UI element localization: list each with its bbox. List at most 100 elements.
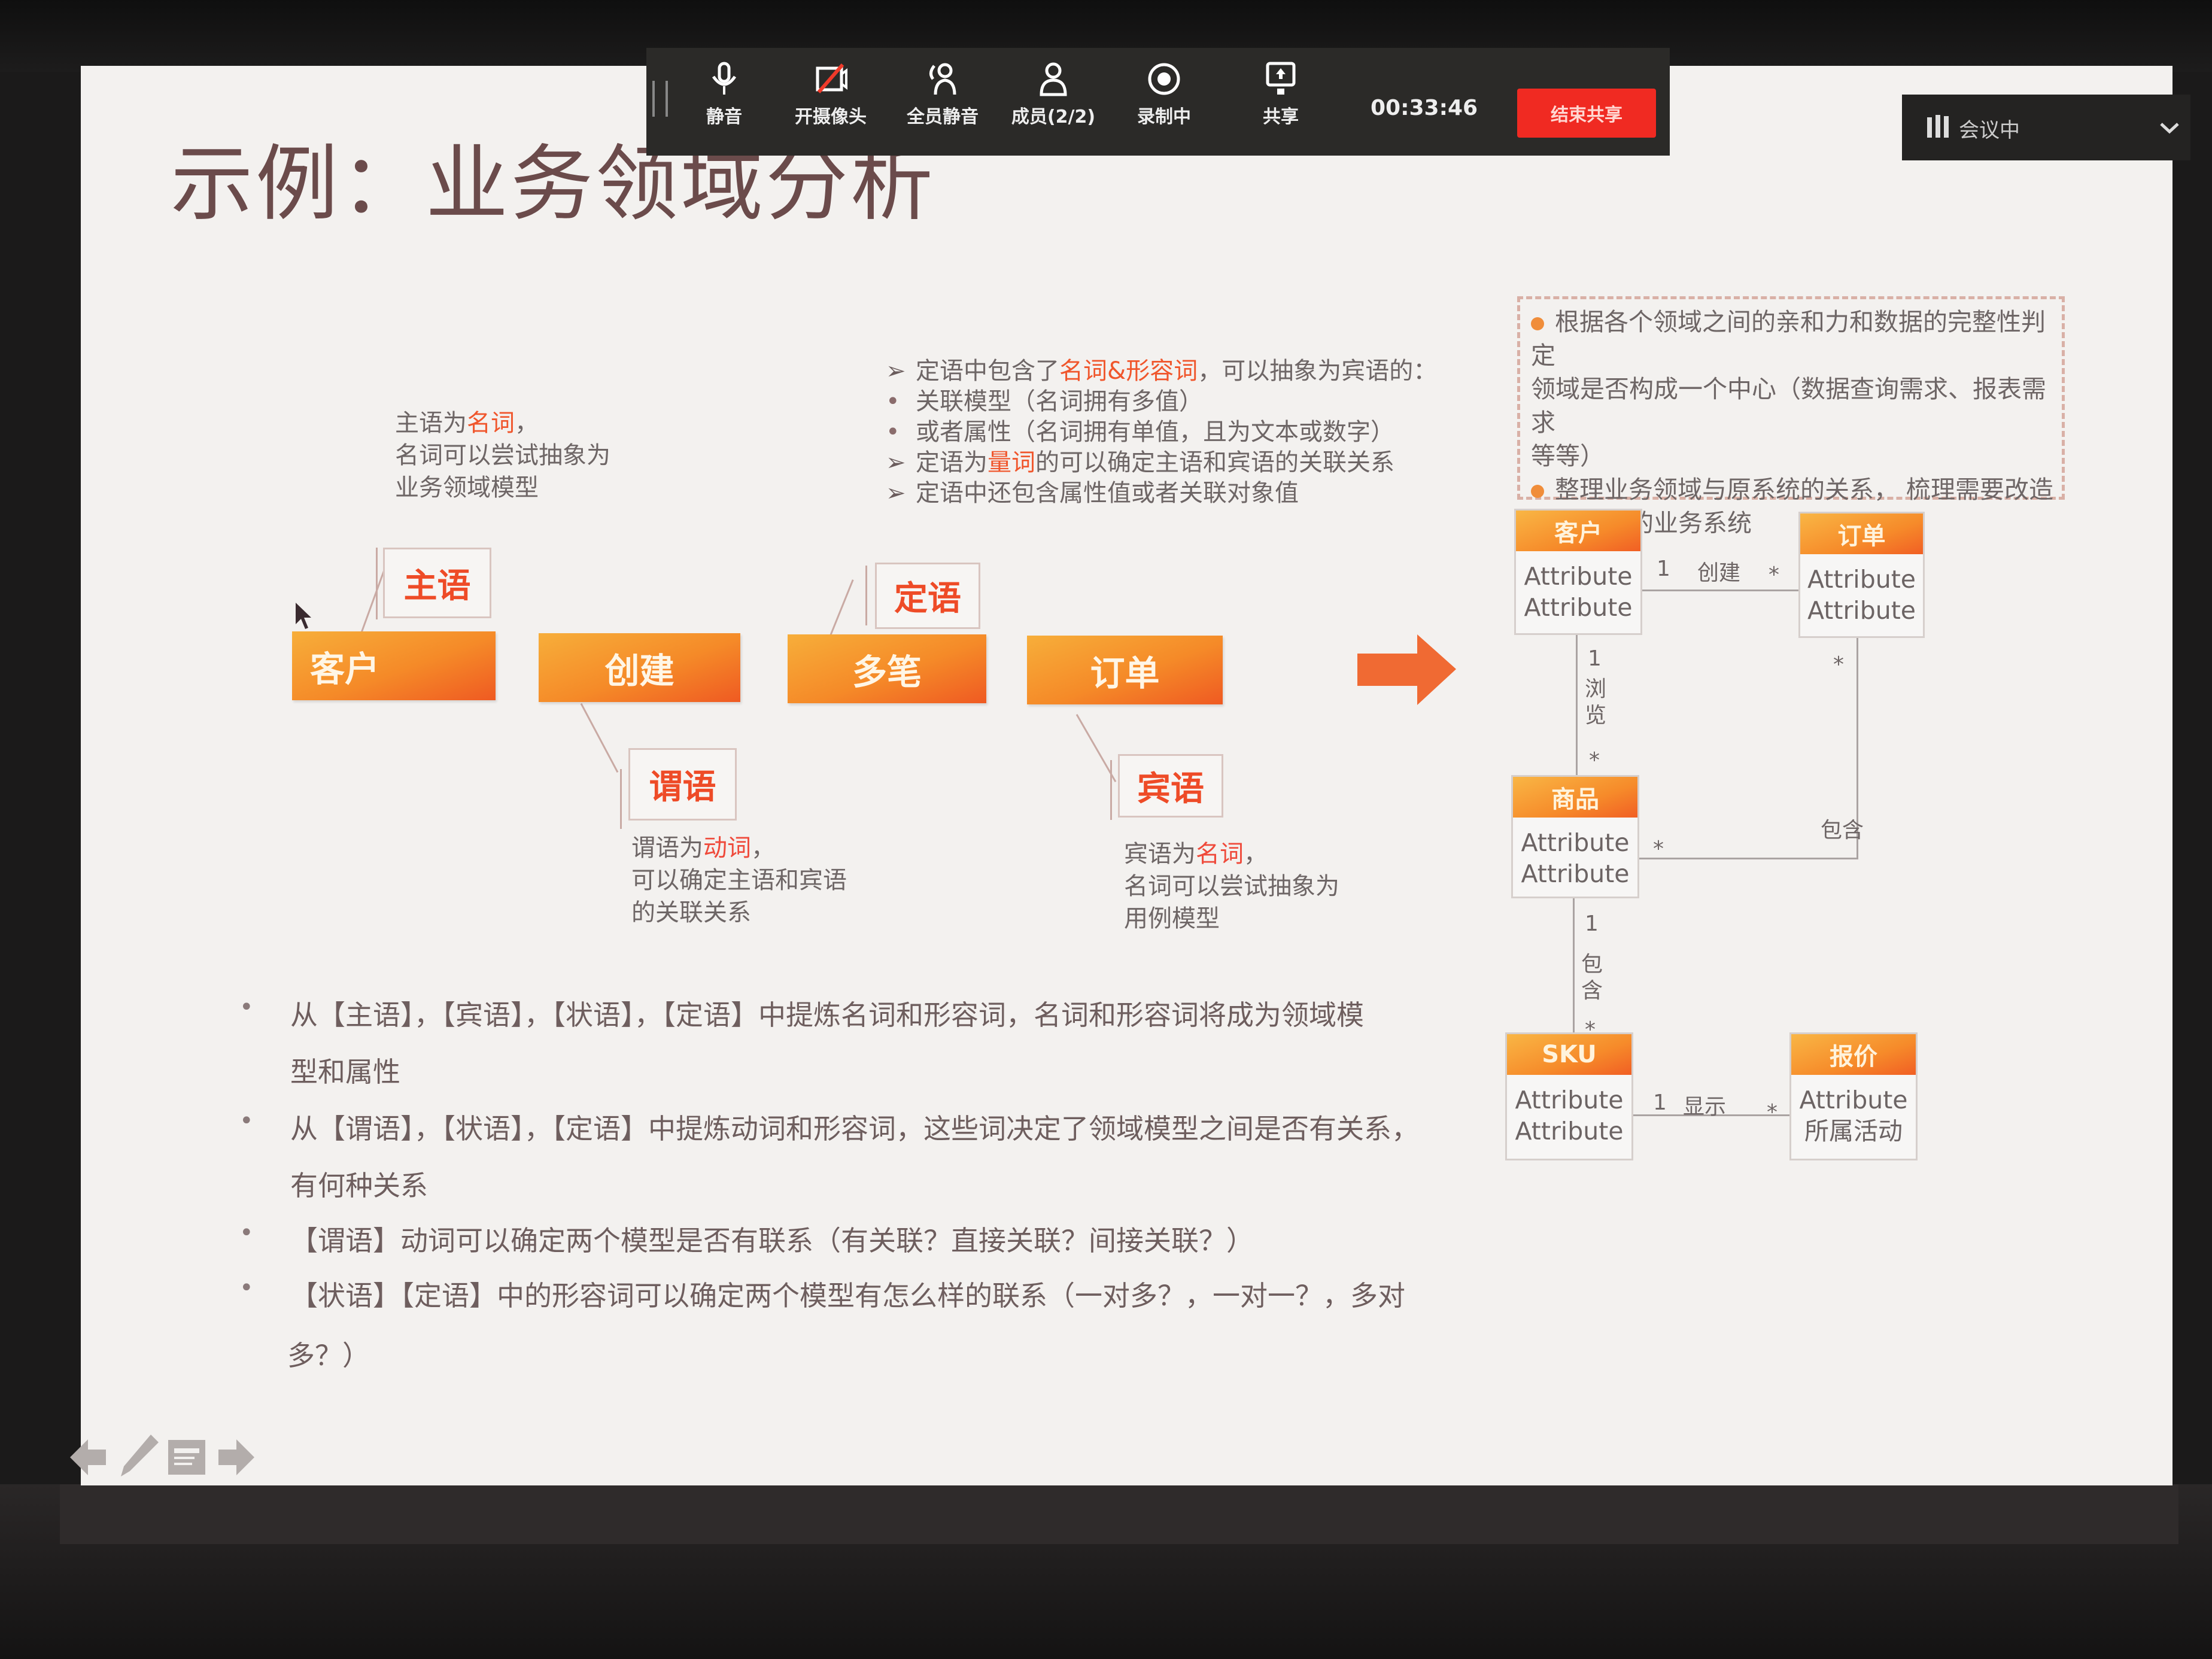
microphone-icon xyxy=(712,62,737,95)
info-text: 领域是否构成一个中心（数据查询需求、报表需求 xyxy=(1531,375,2046,437)
relation-label: 显示 xyxy=(1683,1095,1727,1119)
predicate-note: 谓语为动词， 可以确定主语和宾语 的关联关系 xyxy=(631,832,847,929)
mute-button[interactable]: 静音 xyxy=(679,61,769,128)
meeting-status-bar[interactable]: 会议中 xyxy=(1902,95,2190,160)
share-button[interactable]: 共享 xyxy=(1236,61,1326,128)
toolbar-label: 全员静音 xyxy=(907,107,979,127)
uml-attribute: Attribute xyxy=(1521,828,1630,857)
note-text: 主语为 xyxy=(395,409,467,437)
multiplicity-label: 1 xyxy=(1585,911,1599,936)
recording-icon xyxy=(1148,63,1180,95)
attribute-note-line: ➢ 定语为量词的可以确定主语和宾语的关联关系 xyxy=(886,448,1437,478)
word-box-customer: 客户 xyxy=(292,631,496,700)
word-box-multiple: 多笔 xyxy=(788,634,986,703)
bullet-text: 从【谓语】，【状语】，【定语】中提炼动词和形容词，这些词决定了领域模型之间是否有… xyxy=(290,1113,1419,1145)
multiplicity-label: * xyxy=(1589,748,1600,773)
uml-attribute: 所属活动 xyxy=(1804,1117,1903,1146)
toolbar-label: 开摄像头 xyxy=(795,107,867,127)
slide-nav xyxy=(69,1433,256,1481)
relation-line-create xyxy=(1640,590,1798,591)
slide-menu-icon[interactable] xyxy=(167,1438,206,1477)
uml-class-quote: 报价 Attribute 所属活动 xyxy=(1789,1032,1918,1160)
note-highlight: 名词 xyxy=(1196,840,1244,868)
note-text: 的可以确定主语和宾语的关联关系 xyxy=(1035,449,1394,476)
toolbar-label: 录制中 xyxy=(1137,107,1191,127)
note-highlight: 名词&形容词 xyxy=(1059,357,1198,385)
members-icon xyxy=(1040,62,1067,96)
bullet-text: 多？） xyxy=(287,1339,370,1372)
uml-class-name: 报价 xyxy=(1791,1034,1916,1075)
note-text: 定语中包含了 xyxy=(916,357,1059,385)
note-highlight: 动词 xyxy=(703,834,751,862)
note-text: 用例模型 xyxy=(1124,905,1220,932)
note-text: ， xyxy=(515,409,539,437)
recording-button[interactable]: 录制中 xyxy=(1119,61,1209,128)
relation-label: 创建 xyxy=(1697,561,1741,585)
leader-line xyxy=(865,566,867,625)
bullet-text: 【状语】【定语】中的形容词可以确定两个模型有怎么样的联系（一对多？，一对一？，多… xyxy=(290,1280,1405,1312)
end-share-button[interactable]: 结束共享 xyxy=(1517,89,1656,138)
note-text: 或者属性（名词拥有单值，且为文本或数字） xyxy=(916,418,1394,446)
note-text: 定语中还包含属性值或者关联对象值 xyxy=(916,479,1299,507)
uml-class-order: 订单 Attribute Attribute xyxy=(1798,512,1925,638)
pen-icon[interactable] xyxy=(118,1433,160,1481)
attribute-note-line: • 或者属性（名词拥有单值，且为文本或数字） xyxy=(886,417,1437,448)
multiplicity-label: * xyxy=(1769,563,1779,587)
uml-class-name: SKU xyxy=(1507,1034,1631,1075)
relation-label: 包含 xyxy=(1821,818,1864,843)
arrow-bullet-icon: ➢ xyxy=(886,357,906,385)
multiplicity-label: * xyxy=(1767,1100,1778,1125)
uml-class-customer: 客户 Attribute Attribute xyxy=(1514,509,1642,635)
attribute-note-line: ➢ 定语中还包含属性值或者关联对象值 xyxy=(886,478,1437,509)
mouse-cursor-icon xyxy=(296,603,311,629)
toolbar-label: 共享 xyxy=(1263,107,1299,127)
arrow-bullet-icon: ➢ xyxy=(886,449,906,476)
note-text: 名词可以尝试抽象为 xyxy=(1124,873,1339,900)
mute-all-button[interactable]: 全员静音 xyxy=(898,61,988,128)
uml-attribute: Attribute xyxy=(1515,1086,1624,1114)
share-screen-icon xyxy=(1266,62,1296,95)
info-text: 根据各个领域之间的亲和力和数据的完整性判定 xyxy=(1531,308,2046,370)
note-text: 宾语为 xyxy=(1124,840,1196,868)
word-box-create: 创建 xyxy=(539,633,740,702)
relation-label: 包含 xyxy=(1581,952,1603,1003)
uml-class-sku: SKU Attribute Attribute xyxy=(1505,1032,1633,1160)
bullet-text: 有何种关系 xyxy=(290,1169,428,1202)
start-camera-button[interactable]: 开摄像头 xyxy=(786,61,876,128)
members-button[interactable]: 成员(2/2) xyxy=(1008,61,1098,128)
role-subject: 主语 xyxy=(383,548,491,618)
bullet-dot-icon: • xyxy=(239,1274,254,1302)
multiplicity-label: * xyxy=(1833,652,1844,677)
note-text: ， xyxy=(1244,840,1268,868)
drag-handle-icon[interactable] xyxy=(652,81,668,117)
previous-slide-icon[interactable] xyxy=(69,1436,111,1478)
toolbar-label: 成员(2/2) xyxy=(1011,107,1096,127)
info-box: 根据各个领域之间的亲和力和数据的完整性判定 领域是否构成一个中心（数据查询需求、… xyxy=(1517,296,2065,537)
attribute-note: ➢ 定语中包含了名词&形容词，可以抽象为宾语的： • 关联模型（名词拥有多值） • 或… xyxy=(886,356,1437,509)
orange-bullet-icon xyxy=(1531,317,1544,330)
mute-all-icon xyxy=(929,63,956,95)
uml-class-name: 订单 xyxy=(1800,514,1923,554)
role-predicate: 谓语 xyxy=(628,748,737,821)
attribute-note-line: • 关联模型（名词拥有多值） xyxy=(886,387,1437,417)
note-text: 可以确定主语和宾语 xyxy=(631,867,847,894)
uml-attribute: Attribute xyxy=(1524,562,1633,591)
info-text: 整理业务领域与原系统的关系， 梳理需要改造 xyxy=(1555,475,2054,504)
relation-line-browse xyxy=(1576,634,1578,775)
note-text: 定语为 xyxy=(916,449,988,476)
next-slide-icon[interactable] xyxy=(214,1436,256,1478)
chevron-down-icon[interactable] xyxy=(2159,121,2180,135)
bullet-text: 【谓语】动词可以确定两个模型是否有联系（有关联？直接关联？间接关联？） xyxy=(290,1224,1254,1257)
role-attributive: 定语 xyxy=(875,563,980,629)
meeting-status-label: 会议中 xyxy=(1959,118,2020,142)
note-text: 名词可以尝试抽象为 xyxy=(395,442,610,469)
bullet-text: 从【主语】，【宾语】，【状语】，【定语】中提炼名词和形容词，名词和形容词将成为领… xyxy=(290,999,1364,1031)
uml-attribute: Attribute xyxy=(1521,859,1630,888)
uml-attribute: Attribute xyxy=(1807,565,1916,594)
subject-note: 主语为名词， 名词可以尝试抽象为 业务领域模型 xyxy=(395,407,610,504)
note-text: ， xyxy=(751,834,775,862)
meeting-timer: 00:33:46 xyxy=(1371,96,1478,120)
bullet-text: 型和属性 xyxy=(290,1056,400,1088)
leader-line xyxy=(1110,760,1112,820)
note-text: 业务领域模型 xyxy=(395,474,539,502)
